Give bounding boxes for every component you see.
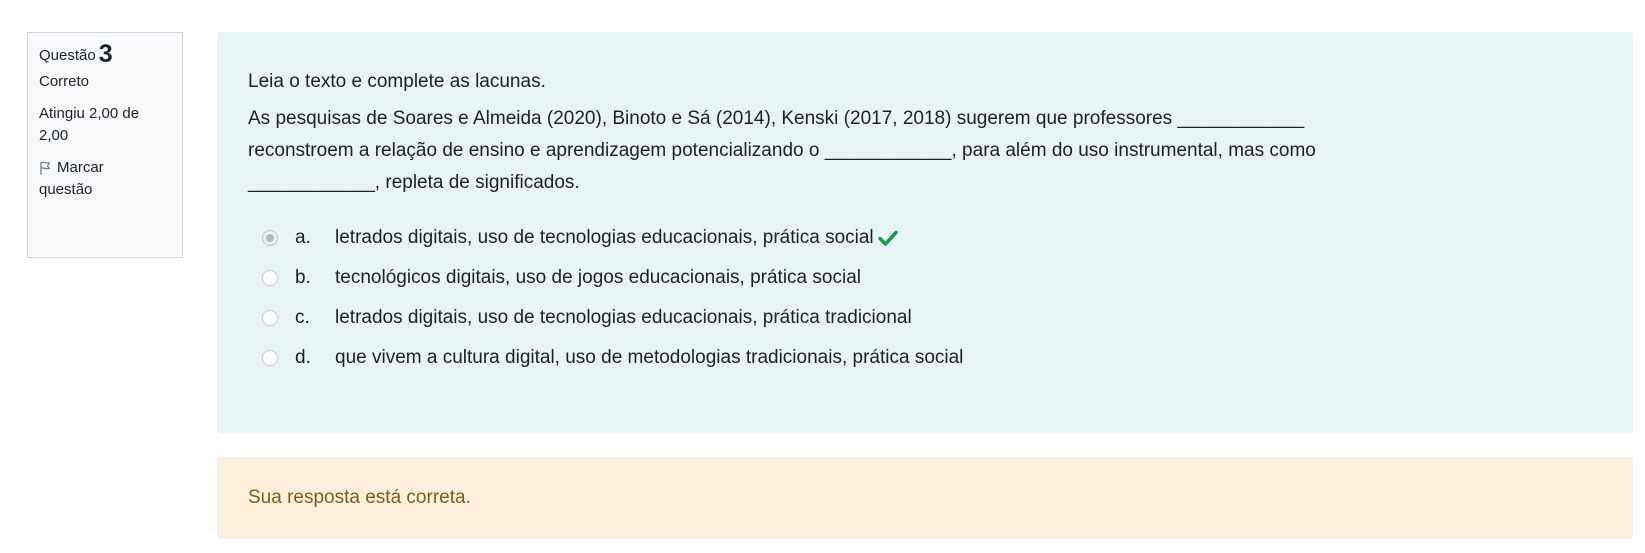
flag-label-line-2: questão — [39, 181, 93, 198]
radio-button-b[interactable] — [262, 270, 278, 286]
answer-letter: b. — [295, 267, 311, 288]
answer-text: que vivem a cultura digital, uso de meto… — [335, 347, 964, 368]
answer-option-d[interactable]: d. que vivem a cultura digital, uso de m… — [248, 338, 1603, 378]
question-intro: Leia o texto e complete as lacunas. — [248, 71, 546, 92]
question-content: Leia o texto e complete as lacunas. As p… — [217, 32, 1633, 433]
feedback-text: Sua resposta está correta. — [248, 487, 471, 508]
answer-letter: d. — [295, 347, 311, 368]
answer-text: tecnológicos digitais, uso de jogos educ… — [335, 267, 861, 288]
question-text: Leia o texto e complete as lacunas. As p… — [248, 66, 1603, 199]
answer-text: letrados digitais, uso de tecnologias ed… — [335, 227, 874, 248]
grade-line-2: 2,00 — [39, 127, 69, 144]
flag-label: Marcar questão — [39, 157, 104, 201]
question-grade: Atingiu 2,00 de 2,00 — [39, 103, 171, 147]
feedback-box: Sua resposta está correta. — [217, 457, 1633, 539]
flag-question-link[interactable]: Marcar questão — [39, 157, 171, 201]
answer-text: letrados digitais, uso de tecnologias ed… — [335, 307, 912, 328]
answer-option-a[interactable]: a. letrados digitais, uso de tecnologias… — [248, 218, 1603, 258]
question-info: Questão 3 Correto Atingiu 2,00 de 2,00 Ma… — [27, 32, 183, 258]
question-body-line-3: ____________, repleta de significados. — [248, 172, 580, 193]
question-body-line-2: reconstroem a relação de ensino e aprend… — [248, 140, 1316, 161]
question-number: 3 — [98, 40, 113, 68]
answer-list: a. letrados digitais, uso de tecnologias… — [248, 218, 1603, 378]
answer-option-b[interactable]: b. tecnológicos digitais, uso de jogos e… — [248, 258, 1603, 298]
answer-letter: a. — [295, 227, 311, 248]
radio-button-d[interactable] — [262, 350, 278, 366]
correct-checkmark-icon — [877, 230, 898, 246]
question-state: Correto — [39, 73, 90, 90]
radio-button-c[interactable] — [262, 310, 278, 326]
grade-line-1: Atingiu 2,00 de — [39, 105, 140, 122]
question-label: Questão — [39, 47, 96, 64]
flag-label-line-1: Marcar — [57, 159, 104, 176]
answer-letter: c. — [295, 307, 310, 328]
radio-button-a[interactable] — [262, 230, 278, 246]
answer-option-c[interactable]: c. letrados digitais, uso de tecnologias… — [248, 298, 1603, 338]
flag-icon — [40, 161, 51, 175]
question-body-line-1: As pesquisas de Soares e Almeida (2020),… — [248, 108, 1305, 129]
question-number-line: Questão 3 — [39, 40, 171, 68]
